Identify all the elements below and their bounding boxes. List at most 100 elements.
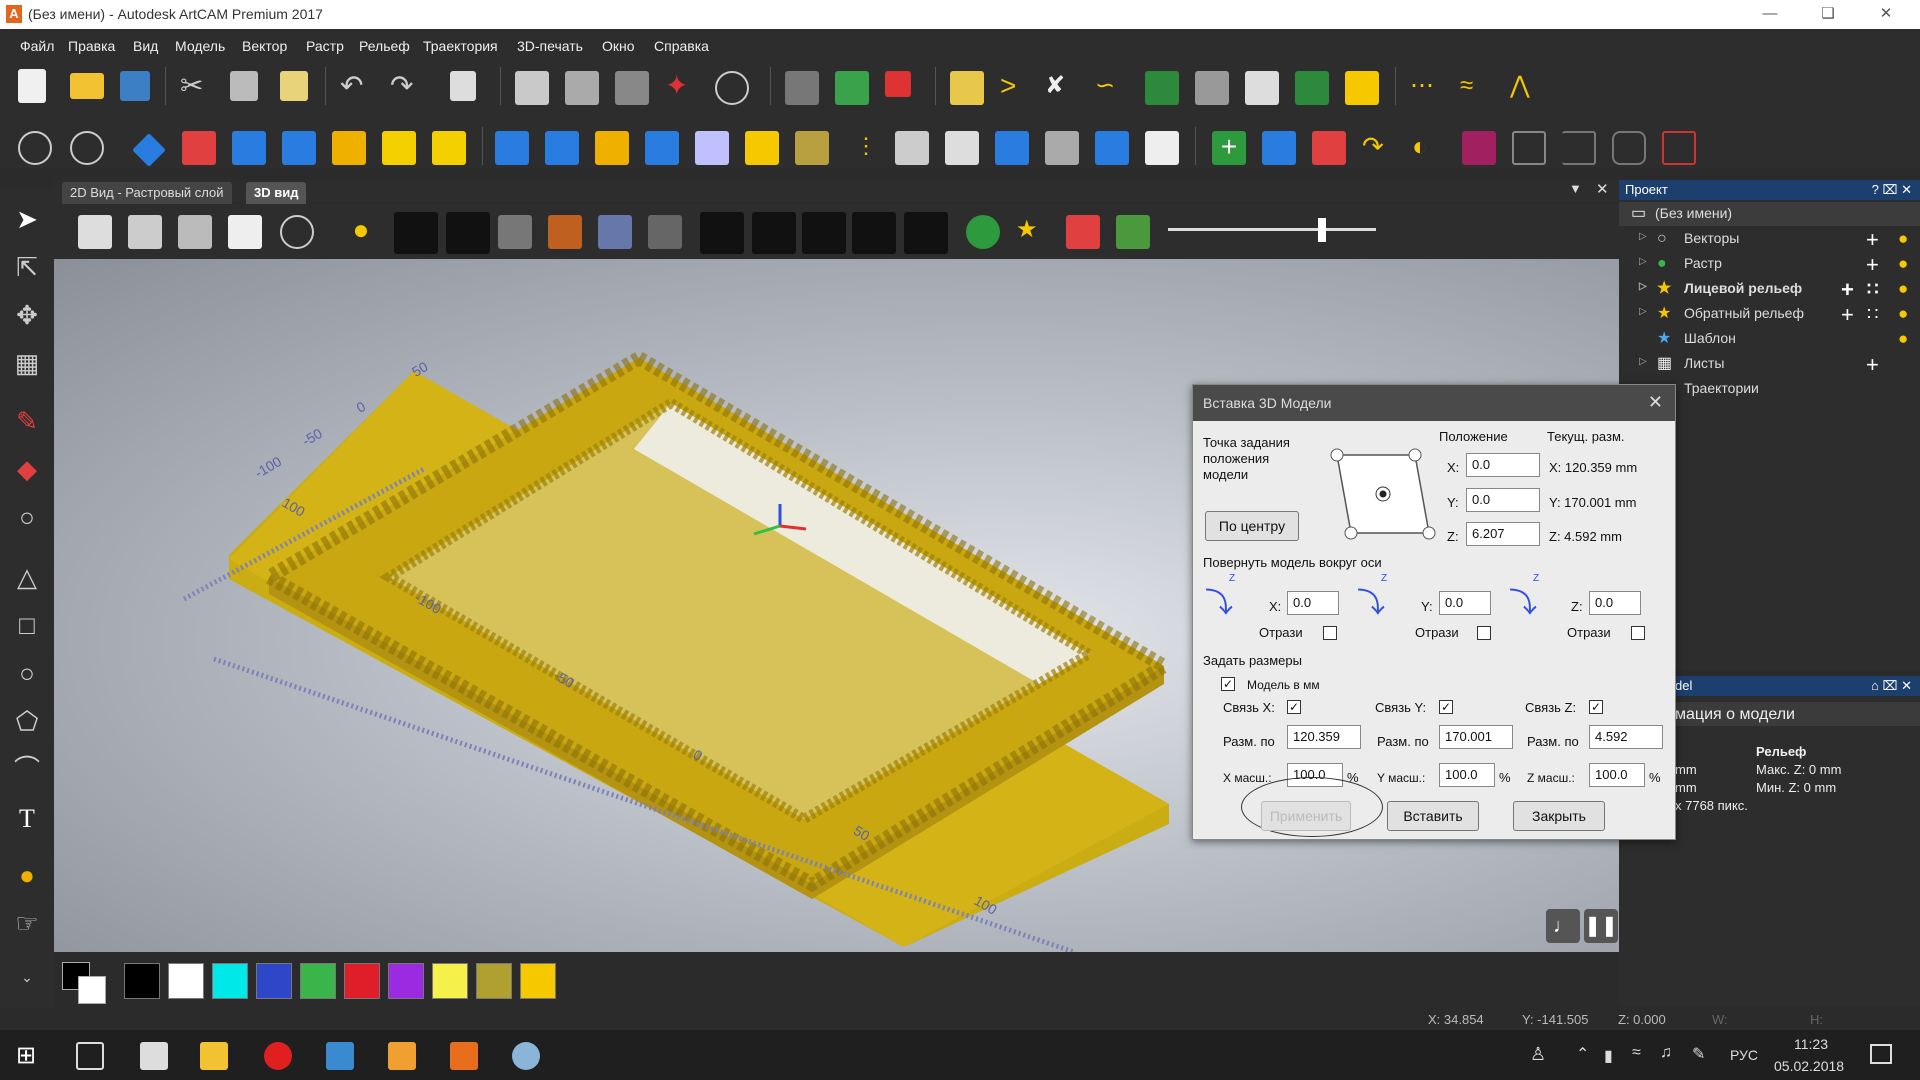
swatch-gold[interactable] — [520, 963, 556, 999]
task-view-icon[interactable] — [76, 1042, 104, 1070]
notes-icon[interactable] — [450, 71, 476, 101]
apply-button[interactable]: Применить — [1261, 801, 1351, 831]
shapes-icon[interactable] — [966, 215, 1000, 249]
tree-item-front-relief[interactable]: ▷ ★ Лицевой рельеф + ∷ ● — [1619, 277, 1920, 302]
dot-icon[interactable]: ⋮ — [855, 131, 889, 165]
expand-icon[interactable]: ▷ — [1639, 281, 1647, 292]
blue-layer-view-icon[interactable] — [802, 212, 846, 254]
rot-y-input[interactable]: 0.0 — [1439, 591, 1491, 615]
grid-add-icon[interactable]: ∷ — [1867, 304, 1878, 325]
zoom-icon[interactable] — [18, 131, 52, 165]
link-x-checkbox[interactable]: ✓ — [1287, 700, 1301, 714]
nodes-icon[interactable]: ⋯ — [1410, 71, 1444, 105]
vector-arrow-icon[interactable]: > — [1000, 71, 1034, 105]
yandex-browser-icon[interactable] — [264, 1042, 292, 1070]
artcam-insignia-icon[interactable] — [388, 1042, 416, 1070]
drop-icon[interactable]: ● — [8, 856, 46, 894]
upload-icon[interactable] — [645, 131, 679, 165]
swatch-purple[interactable] — [388, 963, 424, 999]
copy-icon[interactable] — [230, 71, 258, 101]
paste-icon[interactable] — [280, 71, 308, 101]
rot-z-input[interactable]: 0.0 — [1589, 591, 1641, 615]
red-layer-view-icon[interactable] — [852, 212, 896, 254]
size-y-input[interactable]: 170.001 — [1439, 725, 1513, 749]
timer-icon[interactable] — [700, 212, 744, 254]
star-folder-icon[interactable] — [950, 71, 984, 105]
polyline-icon[interactable]: ⋀ — [1510, 71, 1544, 105]
rotate-view-icon[interactable] — [70, 131, 104, 165]
colour-pyramid-icon[interactable] — [1066, 215, 1100, 249]
tree-item-raster[interactable]: ▷ ● Растр + ● — [1619, 252, 1920, 278]
top-view-icon[interactable] — [228, 215, 262, 249]
mirror-y-checkbox[interactable] — [1477, 626, 1491, 640]
raster-icon[interactable] — [885, 71, 911, 97]
stack-relief-icon[interactable] — [945, 131, 979, 165]
menu-3dprint[interactable]: 3D-печать — [517, 38, 583, 54]
expand-icon[interactable]: ▷ — [1639, 231, 1647, 242]
side-view-icon[interactable] — [178, 215, 212, 249]
size-z-input[interactable]: 4.592 — [1589, 725, 1663, 749]
tabs-close-icon[interactable]: ✕ — [1596, 180, 1609, 198]
swatch-red[interactable] — [344, 963, 380, 999]
notifications-icon[interactable] — [1870, 1044, 1892, 1064]
tree-item-template[interactable]: ★ Шаблон ● — [1619, 327, 1920, 351]
relief-edit-icon[interactable] — [785, 71, 819, 105]
add-icon[interactable]: + — [1866, 252, 1879, 278]
puzzle-icon[interactable] — [498, 215, 532, 249]
close-icon[interactable]: ✕ — [1866, 2, 1906, 26]
save-icon[interactable] — [120, 71, 150, 101]
bulb-icon[interactable]: ● — [1898, 229, 1908, 249]
insert-button[interactable]: Вставить — [1387, 801, 1479, 831]
slice-icon[interactable] — [1095, 131, 1129, 165]
tile-icon[interactable] — [615, 71, 649, 105]
shape-icon[interactable] — [232, 131, 266, 165]
green-grid-icon[interactable] — [1295, 71, 1329, 105]
swatch-white[interactable] — [168, 963, 204, 999]
arc-tool-icon[interactable]: ⌒ — [8, 750, 46, 788]
transform-icon[interactable]: ▦ — [8, 344, 46, 382]
pen-icon[interactable]: ✎ — [1692, 1044, 1705, 1064]
center-button[interactable]: По центру — [1205, 511, 1299, 541]
bulb-icon[interactable]: ● — [1898, 304, 1908, 324]
slider-handle[interactable] — [1318, 218, 1326, 242]
open-folder-icon[interactable] — [70, 73, 104, 99]
text-tool-icon[interactable]: T — [8, 800, 46, 838]
model-size-icon[interactable] — [515, 71, 549, 105]
plane-icon[interactable] — [394, 212, 438, 254]
stack-icon[interactable] — [1195, 71, 1229, 105]
cut-icon[interactable]: ✂ — [180, 71, 214, 105]
star-relief-icon[interactable] — [432, 131, 466, 165]
model-mm-checkbox[interactable]: ✓ — [1221, 677, 1235, 691]
brush-icon[interactable]: ✦ — [665, 71, 699, 105]
menu-help[interactable]: Справка — [654, 38, 709, 54]
overlap-icon[interactable] — [1512, 131, 1546, 165]
dialog-close-icon[interactable]: ✕ — [1648, 392, 1663, 413]
menu-file[interactable]: Файл — [20, 38, 54, 54]
eraser-icon[interactable] — [182, 131, 216, 165]
undo-icon[interactable]: ↶ — [340, 71, 374, 105]
redo-icon[interactable]: ↷ — [390, 71, 424, 105]
scale-y-input[interactable]: 100.0 — [1439, 763, 1495, 787]
mirror-x-checkbox[interactable] — [1323, 626, 1337, 640]
texture-icon[interactable] — [332, 131, 366, 165]
tabs-dropdown-icon[interactable]: ▼ — [1569, 181, 1582, 196]
expand-icon[interactable]: ▷ — [1639, 306, 1647, 317]
node-edit-icon[interactable]: ✘ — [1045, 71, 1079, 105]
selection-icon[interactable] — [1462, 131, 1496, 165]
rainbow-layers-icon[interactable] — [1116, 215, 1150, 249]
relief-plate-icon[interactable] — [598, 215, 632, 249]
link-y-checkbox[interactable]: ✓ — [1439, 700, 1453, 714]
mirror-curve-icon[interactable]: ◐ — [1412, 131, 1446, 165]
arc-icon[interactable]: ↷ — [1362, 131, 1396, 165]
relief-layer-icon[interactable] — [835, 71, 869, 105]
palette-app-icon[interactable] — [512, 1042, 540, 1070]
grid-add-icon[interactable]: ∷ — [1867, 279, 1878, 300]
volume-icon[interactable]: ♫ — [1660, 1044, 1672, 1062]
swatch-blue[interactable] — [256, 963, 292, 999]
rot-x-input[interactable]: 0.0 — [1287, 591, 1339, 615]
zoom-view-icon[interactable] — [280, 215, 314, 249]
circle-icon[interactable]: ○ — [8, 654, 46, 692]
smooth-icon[interactable] — [795, 131, 829, 165]
tree-item-vectors[interactable]: ▷ ○ Векторы + ● — [1619, 227, 1920, 252]
link-z-checkbox[interactable]: ✓ — [1589, 700, 1603, 714]
